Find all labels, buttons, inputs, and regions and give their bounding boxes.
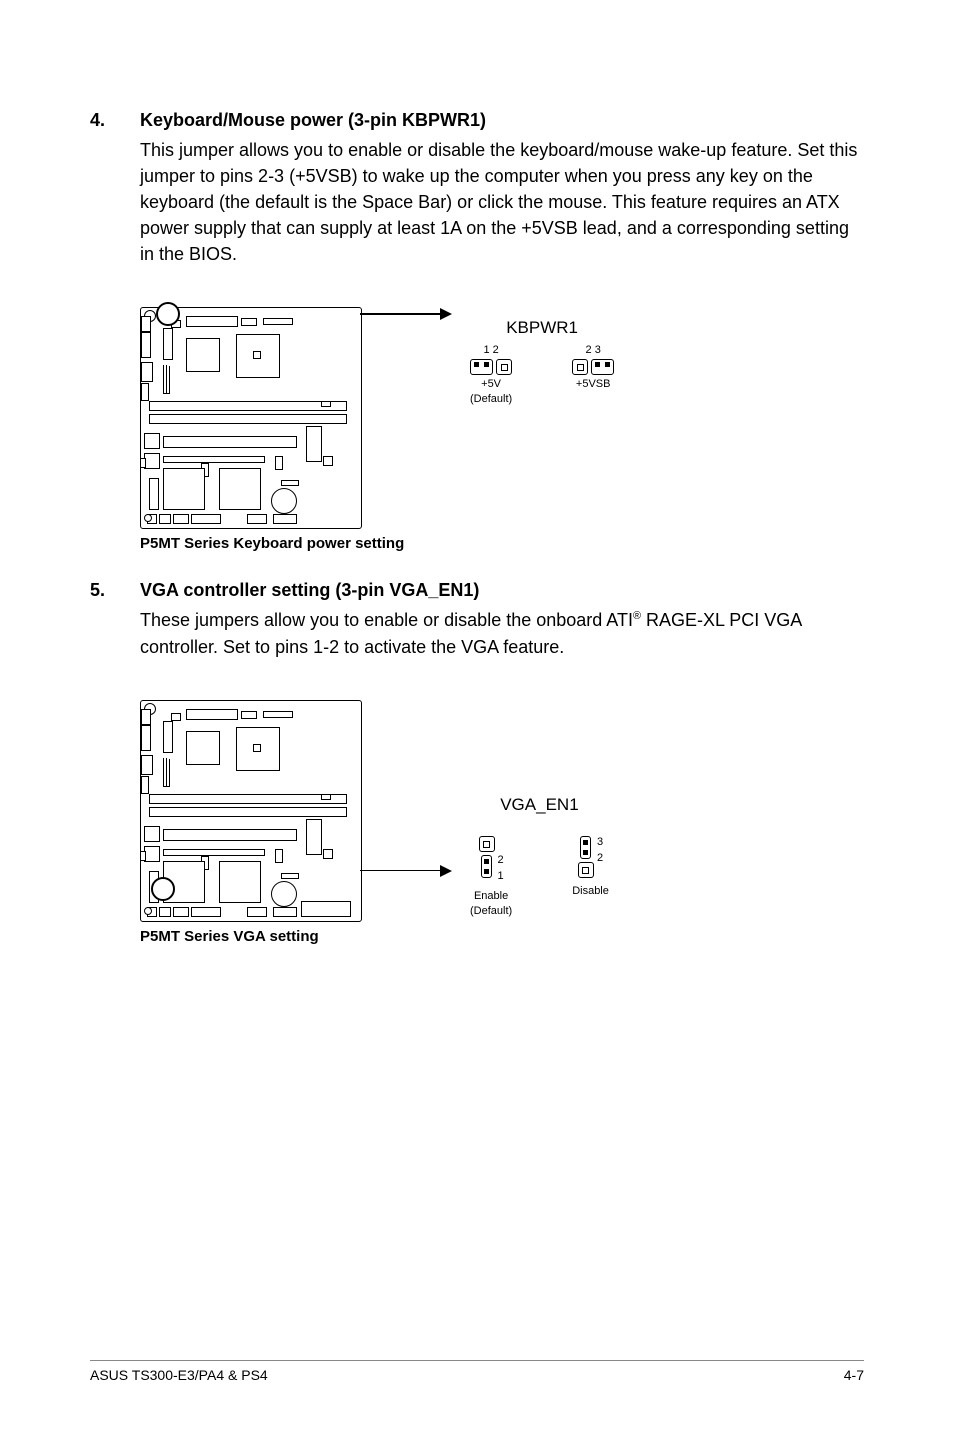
jumper-title: VGA_EN1 — [500, 796, 578, 815]
pin-label: +5V — [481, 378, 501, 390]
jumper-variant-enable: 2 1 Enable (Default) — [470, 836, 512, 916]
pin-sublabel: (Default) — [470, 905, 512, 917]
registered-symbol: ® — [633, 610, 641, 622]
diagram-caption: P5MT Series Keyboard power setting — [140, 535, 864, 552]
jumper-variant-alt: 2 3 +5VSB — [572, 344, 614, 405]
footer-left: ASUS TS300-E3/PA4 & PS4 — [90, 1367, 268, 1383]
pin-number: 1 — [498, 870, 504, 882]
item-4: 4. Keyboard/Mouse power (3-pin KBPWR1) T… — [90, 110, 864, 267]
motherboard-outline — [140, 700, 362, 922]
page-footer: ASUS TS300-E3/PA4 & PS4 4-7 — [90, 1360, 864, 1383]
item-number: 5. — [90, 580, 140, 659]
diagram-kbpwr: KBPWR1 1 2 +5V (Default) 2 3 — [140, 307, 864, 529]
jumper-variant-default: 1 2 +5V (Default) — [470, 344, 512, 405]
jumper-variant-disable: 3 2 Disable — [572, 836, 609, 916]
pin-label: +5VSB — [576, 378, 611, 390]
pin-number: 2 — [498, 854, 504, 866]
arrow-line — [360, 313, 450, 315]
jumper-kbpwr: KBPWR1 1 2 +5V (Default) 2 3 — [470, 319, 614, 405]
pin-number: 2 — [597, 852, 603, 864]
jumper-vga: VGA_EN1 2 1 Enab — [470, 796, 609, 917]
callout-circle — [151, 877, 175, 901]
diagram-vga: VGA_EN1 2 1 Enab — [140, 700, 864, 922]
footer-right: 4-7 — [844, 1367, 864, 1383]
pin-numbers: 1 2 — [483, 344, 498, 356]
item-body: This jumper allows you to enable or disa… — [140, 137, 864, 267]
arrow-line — [360, 870, 450, 872]
diagram-caption: P5MT Series VGA setting — [140, 928, 864, 945]
pin-numbers: 2 3 — [586, 344, 601, 356]
item-number: 4. — [90, 110, 140, 267]
item-heading: VGA controller setting (3-pin VGA_EN1) — [140, 580, 864, 601]
jumper-title: KBPWR1 — [506, 319, 578, 338]
item-body: These jumpers allow you to enable or dis… — [140, 607, 864, 659]
item-heading: Keyboard/Mouse power (3-pin KBPWR1) — [140, 110, 864, 131]
motherboard-outline — [140, 307, 362, 529]
pin-label: Enable — [474, 890, 508, 902]
pin-number: 3 — [597, 836, 603, 848]
pin-sublabel: (Default) — [470, 393, 512, 405]
pin-label: Disable — [572, 885, 609, 897]
item-5: 5. VGA controller setting (3-pin VGA_EN1… — [90, 580, 864, 659]
